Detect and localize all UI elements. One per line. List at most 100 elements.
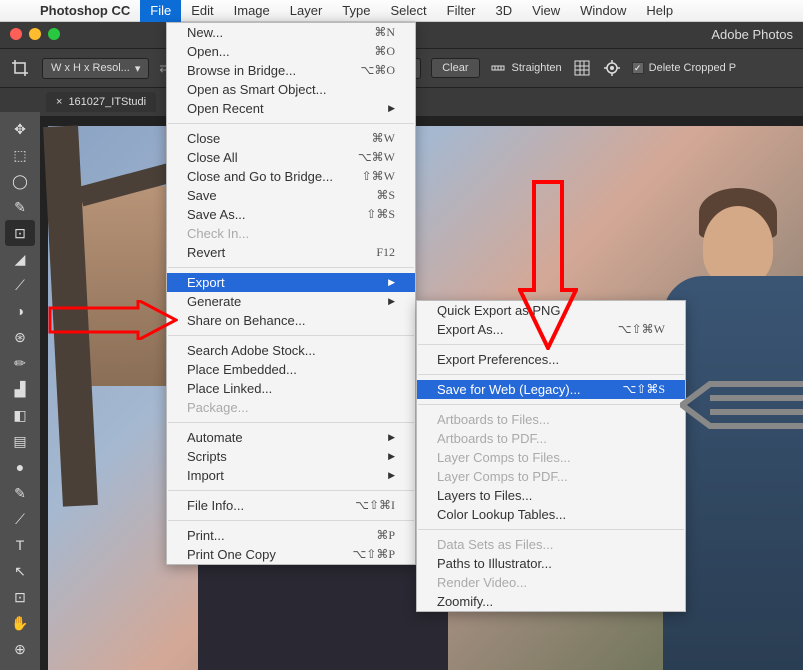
export-menu-item-save-for-web-legacy[interactable]: Save for Web (Legacy)...⌥⇧⌘S: [417, 380, 685, 399]
menubar-item-type[interactable]: Type: [332, 0, 380, 22]
chevron-right-icon: ▶: [388, 277, 395, 288]
close-icon[interactable]: ×: [56, 96, 62, 108]
file-menu-separator: [168, 335, 414, 336]
export-menu-item-layer-comps-to-files: Layer Comps to Files...: [417, 448, 685, 467]
tool-button-13[interactable]: ●: [5, 454, 35, 480]
file-menu-item-print[interactable]: Print...⌘P: [167, 526, 415, 545]
document-tabs: × 161027_ITStudi: [40, 88, 156, 116]
tool-button-11[interactable]: ◧: [5, 402, 35, 428]
tool-button-19[interactable]: ✋: [5, 610, 35, 636]
file-menu-item-revert[interactable]: RevertF12: [167, 243, 415, 262]
ratio-dropdown[interactable]: W x H x Resol...▾: [42, 58, 149, 79]
document-tab[interactable]: × 161027_ITStudi: [46, 92, 156, 112]
window-controls: [10, 28, 60, 40]
file-menu-item-export[interactable]: Export▶: [167, 273, 415, 292]
tool-button-6[interactable]: ⟋: [5, 272, 35, 298]
file-menu-item-scripts[interactable]: Scripts▶: [167, 447, 415, 466]
tool-button-2[interactable]: ◯: [5, 168, 35, 194]
tools-panel: ✥⬚◯✎⊡◢⟋◑⊛✏▟◧▤●✎⟋T↖⊡✋⊕: [0, 88, 40, 670]
file-menu-separator: [168, 267, 414, 268]
tool-button-15[interactable]: ⟋: [5, 506, 35, 532]
file-menu-item-import[interactable]: Import▶: [167, 466, 415, 485]
annotation-arrow-right: [48, 300, 178, 340]
export-menu-item-zoomify[interactable]: Zoomify...: [417, 592, 685, 611]
close-window-button[interactable]: [10, 28, 22, 40]
export-menu-item-export-preferences[interactable]: Export Preferences...: [417, 350, 685, 369]
file-menu-item-close-and-go-to-bridge[interactable]: Close and Go to Bridge...⇧⌘W: [167, 167, 415, 186]
tool-button-4[interactable]: ⊡: [5, 220, 35, 246]
straighten-icon: [490, 60, 506, 76]
menubar-item-view[interactable]: View: [522, 0, 570, 22]
crop-tool-icon[interactable]: [8, 56, 32, 80]
file-menu-item-check-in: Check In...: [167, 224, 415, 243]
file-menu-item-print-one-copy[interactable]: Print One Copy⌥⇧⌘P: [167, 545, 415, 564]
tool-button-20[interactable]: ⊕: [5, 636, 35, 662]
export-menu-item-artboards-to-files: Artboards to Files...: [417, 410, 685, 429]
export-menu-item-layer-comps-to-pdf: Layer Comps to PDF...: [417, 467, 685, 486]
tool-button-1[interactable]: ⬚: [5, 142, 35, 168]
file-menu-separator: [168, 422, 414, 423]
file-menu-item-browse-in-bridge[interactable]: Browse in Bridge...⌥⌘O: [167, 61, 415, 80]
gear-icon[interactable]: [602, 58, 622, 78]
window-title: Adobe Photos: [711, 27, 793, 42]
macos-menubar: Photoshop CC FileEditImageLayerTypeSelec…: [0, 0, 803, 22]
tool-button-16[interactable]: T: [5, 532, 35, 558]
file-menu-item-place-linked[interactable]: Place Linked...: [167, 379, 415, 398]
minimize-window-button[interactable]: [29, 28, 41, 40]
export-menu-separator: [418, 529, 684, 530]
file-menu-separator: [168, 123, 414, 124]
menubar-item-help[interactable]: Help: [636, 0, 683, 22]
file-menu-separator: [168, 490, 414, 491]
file-menu-item-close-all[interactable]: Close All⌥⌘W: [167, 148, 415, 167]
export-menu-item-paths-to-illustrator[interactable]: Paths to Illustrator...: [417, 554, 685, 573]
menubar-item-select[interactable]: Select: [380, 0, 436, 22]
tool-button-3[interactable]: ✎: [5, 194, 35, 220]
file-menu-item-save[interactable]: Save⌘S: [167, 186, 415, 205]
file-menu-item-open-recent[interactable]: Open Recent▶: [167, 99, 415, 118]
grid-icon[interactable]: [572, 58, 592, 78]
annotation-arrow-down: [518, 180, 578, 350]
menubar-item-image[interactable]: Image: [224, 0, 280, 22]
file-menu-item-open-as-smart-object[interactable]: Open as Smart Object...: [167, 80, 415, 99]
menubar-item-filter[interactable]: Filter: [437, 0, 486, 22]
straighten-control[interactable]: Straighten: [490, 60, 562, 76]
tool-button-12[interactable]: ▤: [5, 428, 35, 454]
menubar-item-file[interactable]: File: [140, 0, 181, 22]
file-menu-item-save-as[interactable]: Save As...⇧⌘S: [167, 205, 415, 224]
export-menu-item-layers-to-files[interactable]: Layers to Files...: [417, 486, 685, 505]
export-menu-item-render-video: Render Video...: [417, 573, 685, 592]
menubar-item-edit[interactable]: Edit: [181, 0, 223, 22]
file-menu: New...⌘NOpen...⌘OBrowse in Bridge...⌥⌘OO…: [166, 22, 416, 565]
clear-button[interactable]: Clear: [431, 58, 479, 78]
file-menu-item-generate[interactable]: Generate▶: [167, 292, 415, 311]
tool-button-5[interactable]: ◢: [5, 246, 35, 272]
file-menu-item-new[interactable]: New...⌘N: [167, 23, 415, 42]
export-menu-item-artboards-to-pdf: Artboards to PDF...: [417, 429, 685, 448]
tool-button-14[interactable]: ✎: [5, 480, 35, 506]
tool-button-8[interactable]: ⊛: [5, 324, 35, 350]
maximize-window-button[interactable]: [48, 28, 60, 40]
tool-button-7[interactable]: ◑: [5, 298, 35, 324]
export-menu-item-color-lookup-tables[interactable]: Color Lookup Tables...: [417, 505, 685, 524]
app-name[interactable]: Photoshop CC: [30, 3, 140, 18]
export-menu-separator: [418, 404, 684, 405]
file-menu-item-close[interactable]: Close⌘W: [167, 129, 415, 148]
tool-button-17[interactable]: ↖: [5, 558, 35, 584]
file-menu-item-package: Package...: [167, 398, 415, 417]
file-menu-item-share-on-behance[interactable]: Share on Behance...: [167, 311, 415, 330]
chevron-right-icon: ▶: [388, 432, 395, 443]
checkbox-icon: ✓: [632, 62, 644, 74]
file-menu-item-automate[interactable]: Automate▶: [167, 428, 415, 447]
menubar-item-3d[interactable]: 3D: [486, 0, 523, 22]
tool-button-18[interactable]: ⊡: [5, 584, 35, 610]
tool-button-9[interactable]: ✏: [5, 350, 35, 376]
tool-button-0[interactable]: ✥: [5, 116, 35, 142]
menubar-item-layer[interactable]: Layer: [280, 0, 333, 22]
file-menu-item-open[interactable]: Open...⌘O: [167, 42, 415, 61]
delete-cropped-checkbox[interactable]: ✓ Delete Cropped P: [632, 62, 736, 74]
file-menu-item-place-embedded[interactable]: Place Embedded...: [167, 360, 415, 379]
menubar-item-window[interactable]: Window: [570, 0, 636, 22]
tool-button-10[interactable]: ▟: [5, 376, 35, 402]
file-menu-item-file-info[interactable]: File Info...⌥⇧⌘I: [167, 496, 415, 515]
file-menu-item-search-adobe-stock[interactable]: Search Adobe Stock...: [167, 341, 415, 360]
